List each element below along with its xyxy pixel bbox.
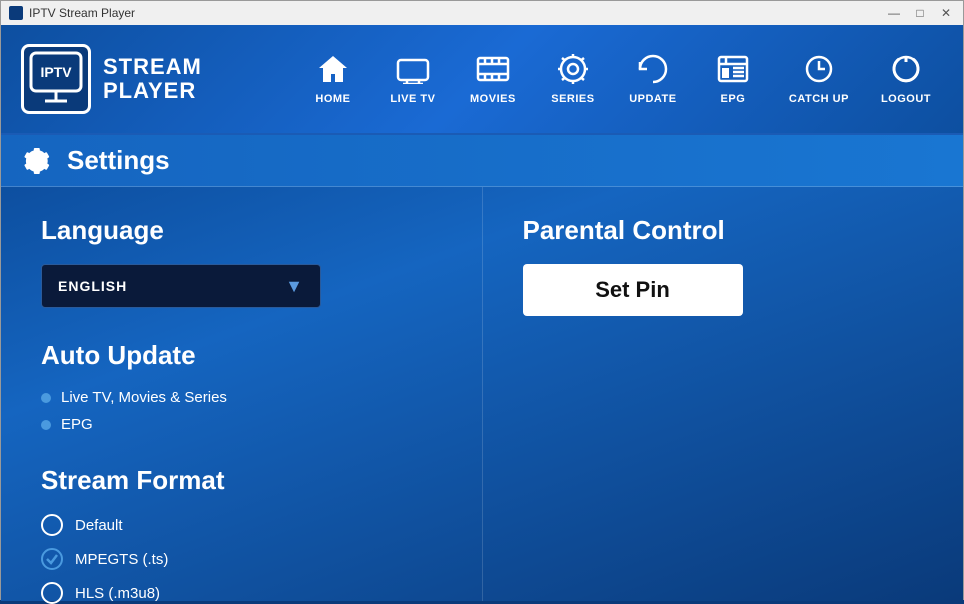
nav-label-epg: EPG xyxy=(721,93,746,105)
set-pin-button[interactable]: Set Pin xyxy=(523,264,743,316)
logo-text: STREAM PLAYER xyxy=(103,55,202,103)
auto-update-section: Auto Update Live TV, Movies & Series EPG xyxy=(41,340,442,433)
right-panel: Parental Control Set Pin xyxy=(483,187,964,601)
series-icon xyxy=(556,54,590,89)
dropdown-arrow-icon: ▼ xyxy=(285,276,304,297)
svg-text:IPTV: IPTV xyxy=(40,64,72,80)
navigation: HOME LIVE TV xyxy=(297,46,943,113)
titlebar-controls: — □ ✕ xyxy=(885,4,955,22)
logo-box: IPTV xyxy=(21,44,91,114)
update-item-epg: EPG xyxy=(41,416,442,433)
settings-page-title: Settings xyxy=(67,145,170,176)
titlebar-title: IPTV Stream Player xyxy=(29,6,135,20)
stream-format-title: Stream Format xyxy=(41,465,442,496)
auto-update-title: Auto Update xyxy=(41,340,442,371)
live-tv-icon xyxy=(396,54,430,89)
nav-label-catch-up: CATCH UP xyxy=(789,93,849,105)
maximize-button[interactable]: □ xyxy=(911,4,929,22)
movies-icon xyxy=(476,54,510,89)
nav-label-movies: MOVIES xyxy=(470,93,516,105)
home-icon xyxy=(317,54,349,89)
radio-default-icon xyxy=(41,514,63,536)
settings-gear-icon xyxy=(21,145,53,177)
stream-format-hls[interactable]: HLS (.m3u8) xyxy=(41,582,442,604)
update-item-live-tv: Live TV, Movies & Series xyxy=(41,389,442,406)
parental-control-title: Parental Control xyxy=(523,215,924,246)
nav-item-home[interactable]: HOME xyxy=(297,46,369,113)
nav-item-epg[interactable]: EPG xyxy=(697,46,769,113)
header: IPTV STREAM PLAYER HOME xyxy=(1,25,963,135)
bullet-icon-2 xyxy=(41,420,51,430)
language-section: Language ENGLISH ▼ xyxy=(41,215,442,308)
stream-format-default[interactable]: Default xyxy=(41,514,442,536)
nav-label-live-tv: LIVE TV xyxy=(390,93,435,105)
nav-item-series[interactable]: SERIES xyxy=(537,46,609,113)
language-dropdown[interactable]: ENGLISH ▼ xyxy=(41,264,321,308)
settings-bar: Settings xyxy=(1,135,963,187)
app-icon xyxy=(9,6,23,20)
nav-label-home: HOME xyxy=(315,93,350,105)
logout-icon xyxy=(889,54,923,89)
titlebar-left: IPTV Stream Player xyxy=(9,6,135,20)
nav-label-series: SERIES xyxy=(551,93,594,105)
left-panel: Language ENGLISH ▼ Auto Update Live TV, … xyxy=(1,187,483,601)
nav-item-logout[interactable]: LOGOUT xyxy=(869,46,943,113)
bullet-icon xyxy=(41,393,51,403)
language-title: Language xyxy=(41,215,442,246)
nav-item-update[interactable]: UPDATE xyxy=(617,46,689,113)
stream-format-mpegts[interactable]: MPEGTS (.ts) xyxy=(41,548,442,570)
close-button[interactable]: ✕ xyxy=(937,4,955,22)
minimize-button[interactable]: — xyxy=(885,4,903,22)
update-item-label-2: EPG xyxy=(61,416,93,433)
update-item-label-1: Live TV, Movies & Series xyxy=(61,389,227,406)
stream-format-section: Stream Format Default MPEGTS (.ts) HLS (… xyxy=(41,465,442,604)
update-icon xyxy=(636,54,670,89)
nav-item-catch-up[interactable]: CATCH UP xyxy=(777,46,861,113)
main-content: Language ENGLISH ▼ Auto Update Live TV, … xyxy=(1,187,963,601)
epg-icon xyxy=(716,54,750,89)
radio-mpegts-label: MPEGTS (.ts) xyxy=(75,551,168,568)
titlebar: IPTV Stream Player — □ ✕ xyxy=(1,1,963,25)
language-selected-value: ENGLISH xyxy=(58,278,127,294)
catch-up-icon xyxy=(802,54,836,89)
nav-label-logout: LOGOUT xyxy=(881,93,931,105)
nav-item-live-tv[interactable]: LIVE TV xyxy=(377,46,449,113)
radio-default-label: Default xyxy=(75,517,123,534)
radio-hls-icon xyxy=(41,582,63,604)
radio-mpegts-icon xyxy=(41,548,63,570)
logo-svg: IPTV xyxy=(27,49,85,109)
radio-hls-label: HLS (.m3u8) xyxy=(75,585,160,602)
nav-label-update: UPDATE xyxy=(629,93,676,105)
nav-item-movies[interactable]: MOVIES xyxy=(457,46,529,113)
logo: IPTV STREAM PLAYER xyxy=(21,44,202,114)
